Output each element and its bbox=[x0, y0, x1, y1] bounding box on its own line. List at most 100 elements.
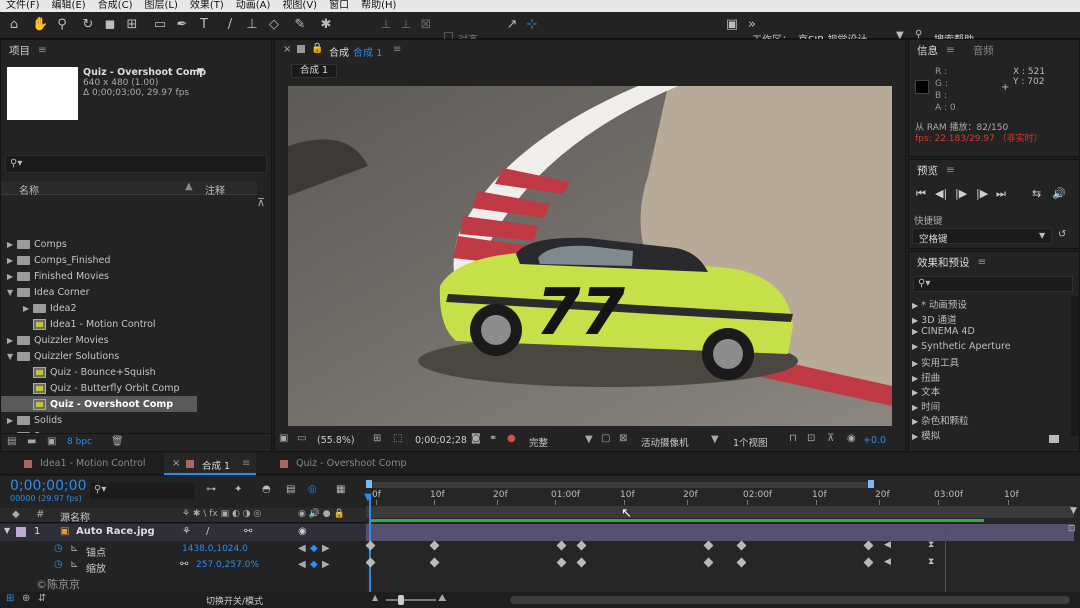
view-layout-select[interactable]: 1个视图 bbox=[733, 435, 768, 449]
menu-layer[interactable]: 图层(L) bbox=[144, 0, 177, 12]
gamepad-icon[interactable]: ▣ bbox=[724, 17, 740, 33]
horizontal-scrollbar[interactable] bbox=[510, 596, 1070, 604]
property-row-anchor[interactable]: ◷ ⊾ 锚点 1438.0,1024.0 ◀ ◆ ▶ bbox=[0, 542, 366, 559]
graph-icon[interactable]: ⊾ bbox=[70, 543, 78, 554]
zoom-slider-track[interactable] bbox=[386, 599, 436, 601]
trash-icon[interactable]: 🗑 bbox=[111, 436, 124, 447]
snapshot-icon[interactable]: ▣ bbox=[279, 433, 288, 444]
zoom-in-icon[interactable]: ⛰ bbox=[438, 593, 446, 604]
work-area-end-handle[interactable] bbox=[868, 480, 874, 488]
effects-category[interactable]: ▶ 实用工具 bbox=[912, 355, 959, 369]
close-icon[interactable]: × bbox=[172, 458, 180, 469]
add-keyframe-icon[interactable]: ◆ bbox=[310, 543, 318, 554]
layer-search-input[interactable]: ⚲▾ bbox=[90, 483, 194, 499]
project-comp[interactable]: Idea1 - Motion Control bbox=[1, 316, 257, 332]
layer-name[interactable]: Auto Race.jpg bbox=[76, 526, 155, 537]
prop-scale-value[interactable]: 257.0,257.0% bbox=[196, 560, 259, 570]
project-folder[interactable]: ▶ Idea2 bbox=[1, 300, 257, 316]
transparency-grid-icon[interactable]: ⬚ bbox=[393, 433, 402, 444]
toggle-switches-icon[interactable]: ⊞ bbox=[6, 593, 14, 604]
flowchart-icon[interactable]: ⊼ bbox=[257, 196, 265, 209]
project-folder[interactable]: ▶ Comps bbox=[1, 236, 257, 252]
pixel-aspect-icon[interactable]: ⊓ bbox=[789, 433, 797, 444]
hand-tool-icon[interactable]: ✋ bbox=[32, 17, 48, 33]
layer-row[interactable]: ▼ 1 ▣ Auto Race.jpg ⚘ / ⚯ ◉ bbox=[0, 524, 366, 541]
keyframe-ease-icon[interactable]: ◀ bbox=[884, 540, 891, 550]
twirl-open-icon[interactable]: ▼ bbox=[4, 526, 10, 535]
channel-icon[interactable]: ● bbox=[507, 433, 516, 444]
comp-viewport[interactable]: 77 bbox=[288, 86, 892, 426]
first-frame-icon[interactable]: ⏮ bbox=[916, 187, 926, 201]
fast-preview-icon[interactable]: ▢ bbox=[601, 433, 610, 444]
timeline-timecode[interactable]: 0;00;00;00 bbox=[10, 478, 87, 494]
project-folder[interactable]: ▶ Finished Movies bbox=[1, 268, 257, 284]
graph-icon[interactable]: ⊾ bbox=[70, 559, 78, 570]
panel-menu-icon[interactable]: ≡ bbox=[946, 164, 955, 176]
comp-mini-flowchart-icon[interactable]: ⊶ bbox=[206, 484, 216, 495]
menu-composition[interactable]: 合成(C) bbox=[98, 0, 133, 12]
graph-editor-icon[interactable]: ▦ bbox=[336, 484, 345, 495]
col-source-name[interactable]: 源名称 bbox=[60, 509, 90, 524]
keyframe-ease-icon[interactable]: ◀ bbox=[884, 557, 891, 567]
hold-keyframe-icon[interactable]: ⧗ bbox=[928, 557, 934, 567]
col-comment[interactable]: 注释 bbox=[205, 182, 225, 197]
property-row-scale[interactable]: ◷ ⊾ 缩放 ⚯ 257.0,257.0% ◀ ◆ ▶ bbox=[0, 558, 366, 575]
frame-blend-icon[interactable]: ▤ bbox=[286, 484, 295, 495]
reset-icon[interactable]: ↺ bbox=[1058, 229, 1066, 240]
close-icon[interactable]: × bbox=[283, 44, 291, 55]
axis-world-icon[interactable]: ⟂ bbox=[398, 17, 414, 33]
twirl-icon[interactable]: ▶ bbox=[7, 256, 17, 265]
project-comp[interactable]: Quiz - Overshoot Comp bbox=[1, 396, 197, 412]
toggle-modes-icon[interactable]: ⊕ bbox=[22, 593, 30, 604]
switch-mode-toggle[interactable]: 切换开关/模式 bbox=[206, 594, 263, 607]
panel-menu-icon[interactable]: ≡ bbox=[38, 44, 47, 56]
comp-sub-tab[interactable]: 合成 1 bbox=[291, 64, 337, 78]
export-icon[interactable]: ⊡ bbox=[807, 433, 815, 444]
chevron-down-icon[interactable]: ▼ bbox=[197, 67, 204, 77]
camera-tool-icon[interactable]: ◼ bbox=[102, 17, 118, 33]
effects-category[interactable]: ▶ 模拟 bbox=[912, 428, 940, 442]
label-icon[interactable]: ◆ bbox=[12, 509, 20, 520]
draft-3d-icon[interactable]: ✦ bbox=[234, 484, 242, 495]
resolution-select[interactable]: 完整 bbox=[529, 435, 548, 449]
new-comp-icon[interactable]: ▣ bbox=[47, 436, 56, 447]
effects-category[interactable]: ▶ 3D 通道 bbox=[912, 312, 957, 326]
stamp-tool-icon[interactable]: ⊥ bbox=[244, 17, 260, 33]
project-search-input[interactable]: ⚲▾ bbox=[5, 155, 267, 173]
menu-file[interactable]: 文件(F) bbox=[6, 0, 40, 12]
project-folder[interactable]: ▼ Quizzler Solutions bbox=[1, 348, 257, 364]
work-area-bar[interactable] bbox=[370, 482, 870, 488]
add-keyframe-icon[interactable]: ◆ bbox=[310, 559, 318, 570]
brush-tool-icon[interactable]: / bbox=[222, 17, 238, 33]
prop-anchor-value[interactable]: 1438.0,1024.0 bbox=[182, 544, 248, 554]
rotate-tool-icon[interactable]: ↻ bbox=[80, 17, 96, 33]
motion-blur-icon[interactable]: ◎ bbox=[308, 484, 317, 495]
flowchart-icon[interactable]: ⊼ bbox=[827, 433, 834, 444]
lock-icon[interactable]: 🔒 bbox=[311, 43, 323, 54]
prev-keyframe-icon[interactable]: ◀ bbox=[298, 543, 306, 554]
color-label-icon[interactable] bbox=[16, 527, 26, 537]
pen-tool-icon[interactable]: ✒ bbox=[174, 17, 190, 33]
menu-view[interactable]: 视图(V) bbox=[282, 0, 317, 12]
shortcut-select[interactable]: 空格键 ▼ bbox=[912, 228, 1052, 245]
loop-icon[interactable]: ⇆ bbox=[1032, 187, 1041, 200]
snap-icon[interactable]: ↗ bbox=[504, 17, 520, 33]
roto-brush-icon[interactable]: ✎ bbox=[292, 17, 308, 33]
bpc-toggle[interactable]: 8 bpc bbox=[67, 437, 92, 447]
effects-category[interactable]: ▶ 时间 bbox=[912, 399, 940, 413]
toggle-grid-icon[interactable]: ⊠ bbox=[619, 433, 627, 444]
visibility-eye-icon[interactable]: ◉ bbox=[298, 526, 307, 537]
twirl-icon[interactable]: ▶ bbox=[7, 336, 17, 345]
region-icon[interactable]: ⊞ bbox=[373, 433, 381, 444]
exposure-reset-icon[interactable]: ◉ bbox=[847, 433, 856, 444]
comp-button-icon[interactable]: ⊡ bbox=[1068, 524, 1076, 534]
new-folder-icon[interactable]: ▬ bbox=[27, 436, 36, 447]
next-keyframe-icon[interactable]: ▶ bbox=[322, 543, 330, 554]
playhead-line[interactable] bbox=[369, 494, 371, 608]
next-frame-icon[interactable]: |▶ bbox=[976, 187, 988, 200]
prev-keyframe-icon[interactable]: ◀ bbox=[298, 559, 306, 570]
exposure-value[interactable]: +0.0 bbox=[863, 435, 886, 446]
stopwatch-icon[interactable]: ◷ bbox=[54, 543, 63, 554]
audio-icon[interactable]: 🔊 bbox=[1052, 187, 1066, 200]
twirl-icon[interactable]: ▼ bbox=[7, 352, 17, 361]
